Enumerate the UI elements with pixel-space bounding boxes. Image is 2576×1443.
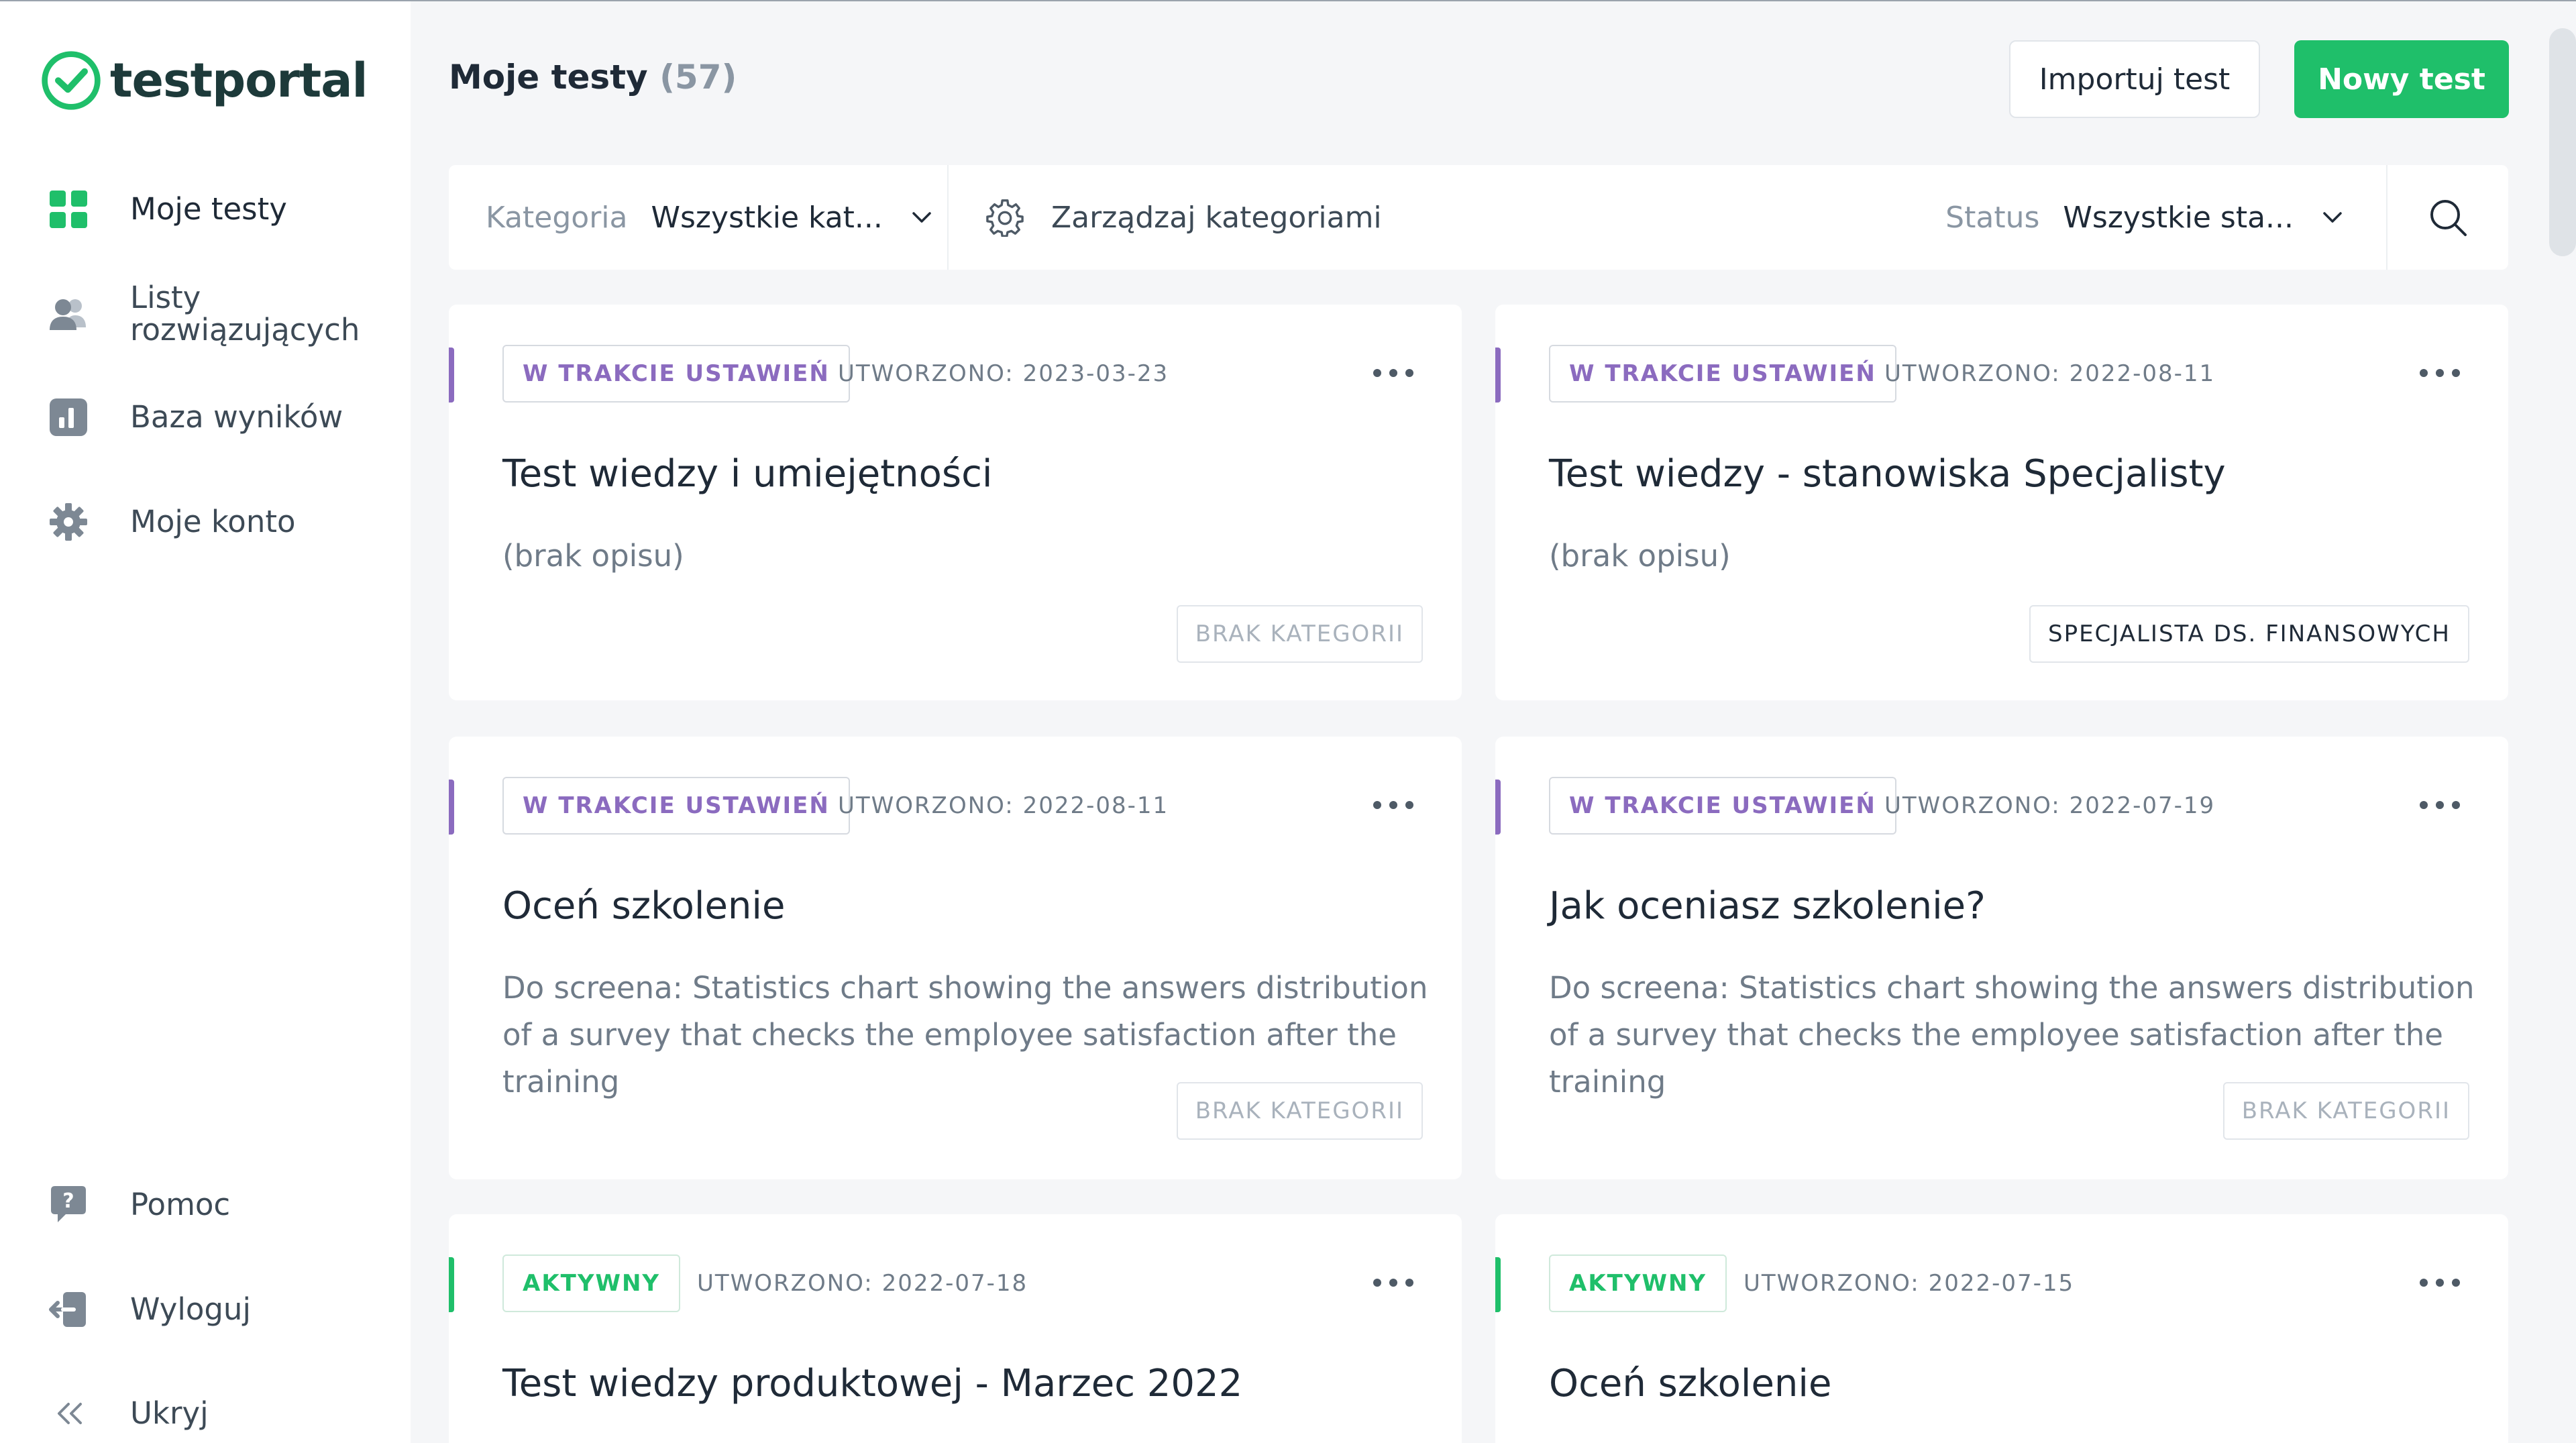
category-tag[interactable]: SPECJALISTA DS. FINANSOWYCH bbox=[2029, 605, 2469, 663]
test-description: (brak opisu) bbox=[502, 538, 684, 574]
sidebar-item-label: Pomoc bbox=[130, 1187, 231, 1222]
status-badge: AKTYWNY bbox=[1549, 1254, 1727, 1312]
created-date: UTWORZONO: 2022-07-15 bbox=[1743, 1270, 2075, 1297]
sidebar-item-label: Moje testy bbox=[130, 191, 287, 227]
status-badge: AKTYWNY bbox=[502, 1254, 681, 1312]
status-accent bbox=[1495, 1257, 1501, 1312]
sidebar-item-respondent-lists[interactable]: Listy rozwiązujących bbox=[47, 280, 360, 348]
test-count: (57) bbox=[659, 58, 737, 97]
page-title-text: Moje testy bbox=[449, 58, 648, 97]
sidebar-item-my-tests[interactable]: Moje testy bbox=[47, 188, 287, 231]
status-label: Status bbox=[1945, 200, 2040, 235]
sidebar-item-label: Ukryj bbox=[130, 1395, 209, 1431]
category-tag[interactable]: BRAK KATEGORII bbox=[1176, 1082, 1423, 1140]
sidebar-item-account[interactable]: Moje konto bbox=[47, 500, 296, 543]
test-card[interactable]: AKTYWNY UTWORZONO: 2022-07-15 Oceń szkol… bbox=[1495, 1214, 2508, 1443]
logo[interactable]: testportal bbox=[39, 48, 368, 113]
sidebar-item-label: Baza wyników bbox=[130, 399, 343, 435]
test-title[interactable]: Oceń szkolenie bbox=[1549, 1362, 1831, 1405]
users-icon bbox=[47, 292, 90, 335]
created-date: UTWORZONO: 2022-07-18 bbox=[697, 1270, 1028, 1297]
search-button[interactable] bbox=[2387, 165, 2508, 270]
page-title: Moje testy (57) bbox=[449, 58, 737, 97]
more-options-button[interactable] bbox=[1373, 360, 1413, 386]
created-date: UTWORZONO: 2022-08-11 bbox=[1884, 360, 2216, 387]
status-badge: W TRAKCIE USTAWIEŃ bbox=[1549, 345, 1896, 403]
category-value: Wszystkie kat... bbox=[651, 200, 883, 235]
search-icon bbox=[2430, 200, 2467, 236]
created-date: UTWORZONO: 2023-03-23 bbox=[838, 360, 1169, 387]
grid-icon bbox=[47, 188, 90, 231]
created-date: UTWORZONO: 2022-07-19 bbox=[1884, 792, 2216, 819]
double-chevron-left-icon bbox=[47, 1392, 90, 1435]
chart-icon bbox=[47, 396, 90, 439]
status-accent bbox=[1495, 348, 1501, 403]
more-options-button[interactable] bbox=[2420, 360, 2460, 386]
status-accent bbox=[449, 780, 454, 835]
sidebar: testportal Moje testy Listy rozwiązujący… bbox=[0, 1, 411, 1443]
test-card[interactable]: W TRAKCIE USTAWIEŃ UTWORZONO: 2022-07-19… bbox=[1495, 737, 2508, 1179]
test-card[interactable]: W TRAKCIE USTAWIEŃ UTWORZONO: 2023-03-23… bbox=[449, 305, 1462, 700]
filter-bar: Kategoria Wszystkie kat... Zarządzaj kat… bbox=[449, 165, 2508, 270]
category-tag[interactable]: BRAK KATEGORII bbox=[2222, 1082, 2469, 1140]
status-filter[interactable]: Status Wszystkie sta... bbox=[1945, 165, 2387, 270]
test-title[interactable]: Jak oceniasz szkolenie? bbox=[1549, 884, 1986, 928]
test-card[interactable]: AKTYWNY UTWORZONO: 2022-07-18 Test wiedz… bbox=[449, 1214, 1462, 1443]
test-description: (brak opisu) bbox=[1549, 538, 1731, 574]
test-title[interactable]: Test wiedzy - stanowiska Specjalisty bbox=[1549, 452, 2226, 496]
new-test-button[interactable]: Nowy test bbox=[2294, 40, 2509, 118]
manage-categories-button[interactable]: Zarządzaj kategoriami bbox=[949, 165, 1945, 270]
main-content: Moje testy (57) Importuj test Nowy test … bbox=[411, 1, 2576, 1443]
status-accent bbox=[449, 348, 454, 403]
chevron-down-icon bbox=[2323, 212, 2342, 223]
sidebar-item-logout[interactable]: Wyloguj bbox=[47, 1288, 251, 1331]
test-title[interactable]: Test wiedzy produktowej - Marzec 2022 bbox=[502, 1362, 1242, 1405]
gear-icon bbox=[47, 500, 90, 543]
status-accent bbox=[1495, 780, 1501, 835]
testportal-logo-icon bbox=[42, 51, 101, 110]
category-label: Kategoria bbox=[486, 200, 628, 235]
scrollbar-thumb[interactable] bbox=[2549, 28, 2576, 256]
chevron-down-icon bbox=[912, 212, 931, 223]
category-filter[interactable]: Kategoria Wszystkie kat... bbox=[449, 165, 949, 270]
sidebar-item-label: Wyloguj bbox=[130, 1291, 251, 1327]
test-card[interactable]: W TRAKCIE USTAWIEŃ UTWORZONO: 2022-08-11… bbox=[449, 737, 1462, 1179]
logout-icon bbox=[47, 1288, 90, 1331]
sidebar-item-help[interactable]: ? Pomoc bbox=[47, 1183, 230, 1226]
sidebar-item-label: Moje konto bbox=[130, 504, 296, 539]
status-accent bbox=[449, 1257, 454, 1312]
test-card[interactable]: W TRAKCIE USTAWIEŃ UTWORZONO: 2022-08-11… bbox=[1495, 305, 2508, 700]
more-options-button[interactable] bbox=[2420, 1269, 2460, 1296]
manage-categories-label: Zarządzaj kategoriami bbox=[1051, 200, 1382, 235]
sidebar-item-results[interactable]: Baza wyników bbox=[47, 396, 343, 439]
status-value: Wszystkie sta... bbox=[2063, 200, 2294, 235]
brand-name: testportal bbox=[110, 53, 368, 108]
status-badge: W TRAKCIE USTAWIEŃ bbox=[502, 777, 850, 835]
sidebar-item-collapse[interactable]: Ukryj bbox=[47, 1392, 209, 1435]
test-title[interactable]: Test wiedzy i umiejętności bbox=[502, 452, 992, 496]
sidebar-item-label: Listy rozwiązujących bbox=[130, 280, 360, 348]
category-tag[interactable]: BRAK KATEGORII bbox=[1176, 605, 1423, 663]
status-badge: W TRAKCIE USTAWIEŃ bbox=[502, 345, 850, 403]
more-options-button[interactable] bbox=[1373, 792, 1413, 818]
more-options-button[interactable] bbox=[1373, 1269, 1413, 1296]
test-title[interactable]: Oceń szkolenie bbox=[502, 884, 785, 928]
created-date: UTWORZONO: 2022-08-11 bbox=[838, 792, 1169, 819]
status-badge: W TRAKCIE USTAWIEŃ bbox=[1549, 777, 1896, 835]
import-test-button[interactable]: Importuj test bbox=[2009, 40, 2260, 118]
help-icon: ? bbox=[47, 1183, 90, 1226]
svg-text:?: ? bbox=[62, 1189, 74, 1213]
more-options-button[interactable] bbox=[2420, 792, 2460, 818]
settings-icon bbox=[986, 199, 1024, 237]
